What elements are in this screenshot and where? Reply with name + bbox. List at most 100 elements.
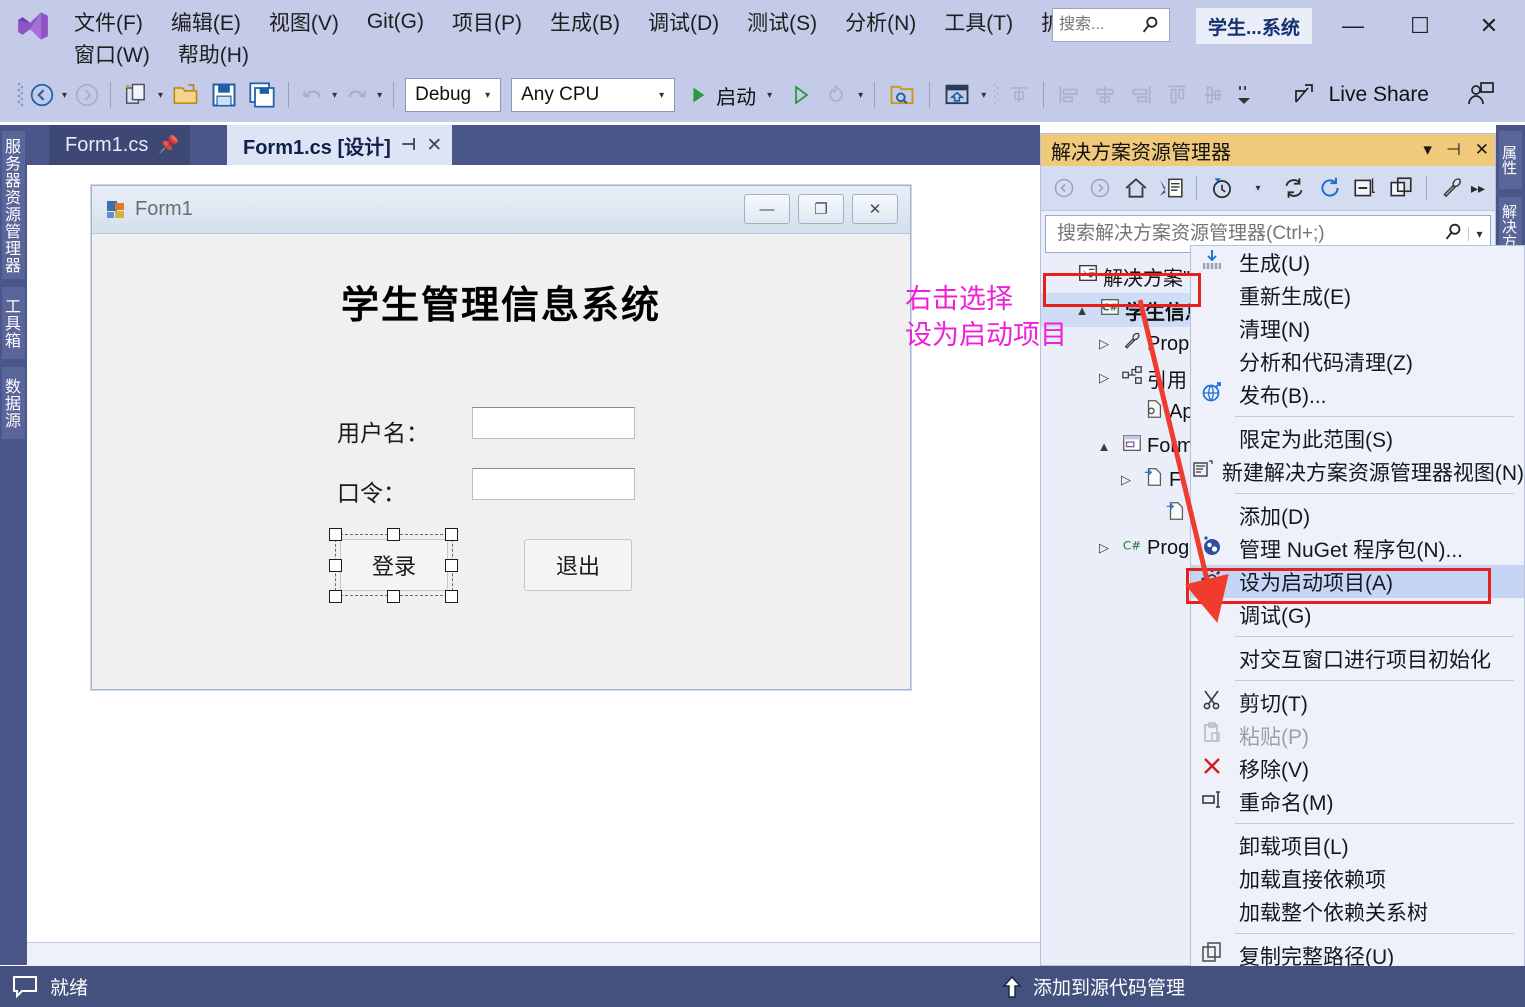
live-share-button[interactable]: Live Share	[1292, 82, 1429, 108]
align-lefts-button[interactable]	[1051, 76, 1087, 114]
username-label[interactable]: 用户名：	[337, 414, 429, 448]
menu-item-4[interactable]: 项目(P)	[438, 2, 536, 42]
context-menu-item-9[interactable]: 添加(D)	[1191, 499, 1524, 532]
new-project-button[interactable]	[118, 76, 154, 114]
design-canvas[interactable]: Form1 — ❐ ✕ 学生管理信息系统 用户名： 口令： 登录 退出	[47, 165, 1047, 965]
exit-button[interactable]: 退出	[524, 539, 632, 591]
form-heading-label[interactable]: 学生管理信息系统	[92, 274, 910, 329]
expander-icon[interactable]: ▷	[1091, 336, 1117, 352]
window-minimize-button[interactable]: —	[1330, 4, 1376, 48]
align-to-grid-button[interactable]	[1002, 76, 1036, 114]
winform-maximize-button[interactable]: ❐	[798, 194, 844, 224]
expander-icon[interactable]: ▲	[1091, 439, 1117, 454]
start-debug-button[interactable]: 启动 ▾	[687, 81, 776, 110]
pin-icon[interactable]: 📌	[158, 135, 179, 155]
menu-item-9[interactable]: 工具(T)	[930, 2, 1027, 42]
resize-handle-e[interactable]	[445, 559, 458, 572]
sidebar-tab-server-explorer[interactable]: 服务器资源管理器	[2, 131, 25, 279]
notification-icon[interactable]	[12, 975, 38, 999]
start-dropdown-icon[interactable]: ▾	[763, 90, 776, 101]
toolbar-grip[interactable]	[14, 76, 26, 114]
redo-dropdown[interactable]: ▾	[373, 76, 386, 114]
sol-back-button[interactable]	[1047, 171, 1081, 205]
status-right[interactable]: 添加到源代码管理	[1001, 973, 1525, 1000]
sidebar-tab-toolbox[interactable]: 工具箱	[2, 287, 25, 359]
resize-handle-s[interactable]	[387, 590, 400, 603]
context-menu-item-4[interactable]: 发布(B)...	[1191, 378, 1524, 411]
redo-button[interactable]	[341, 76, 373, 114]
toolbar-overflow-button[interactable]	[1231, 76, 1257, 114]
align-centers-button[interactable]	[1087, 76, 1123, 114]
undo-dropdown[interactable]: ▾	[328, 76, 341, 114]
menu-item-5[interactable]: 生成(B)	[536, 2, 634, 42]
context-menu-item-10[interactable]: 管理 NuGet 程序包(N)...	[1191, 532, 1524, 565]
context-menu-item-19[interactable]: 重命名(M)	[1191, 785, 1524, 818]
context-menu-item-1[interactable]: 重新生成(E)	[1191, 279, 1524, 312]
search-input[interactable]	[1057, 15, 1139, 35]
context-menu-item-3[interactable]: 分析和代码清理(Z)	[1191, 345, 1524, 378]
winform-close-button[interactable]: ✕	[852, 194, 898, 224]
menu-item-8[interactable]: 分析(N)	[831, 2, 930, 42]
context-menu-item-16[interactable]: 剪切(T)	[1191, 686, 1524, 719]
menu-item-7[interactable]: 测试(S)	[733, 2, 831, 42]
hot-reload-button[interactable]	[818, 76, 854, 114]
navigate-back-button[interactable]	[26, 76, 58, 114]
window-close-button[interactable]: ✕	[1466, 4, 1512, 48]
sol-pending-changes-button[interactable]	[1205, 171, 1239, 205]
context-menu-item-22[interactable]: 加载直接依赖项	[1191, 862, 1524, 895]
toolbar-grip-2[interactable]	[990, 76, 1002, 114]
tab-form1-designer[interactable]: Form1.cs [设计] ⊣ ✕	[227, 125, 453, 165]
navigate-back-dropdown[interactable]: ▾	[58, 76, 71, 114]
hot-reload-dropdown[interactable]: ▾	[854, 76, 867, 114]
solution-name-chip[interactable]: 学生...系统	[1196, 8, 1312, 44]
sol-home-button[interactable]	[1119, 171, 1153, 205]
sol-refresh-button[interactable]	[1313, 171, 1347, 205]
expander-icon[interactable]: ▷	[1113, 472, 1139, 488]
align-tops-button[interactable]	[1159, 76, 1195, 114]
context-menu-item-6[interactable]: 限定为此范围(S)	[1191, 422, 1524, 455]
window-maximize-button[interactable]: ☐	[1397, 4, 1443, 48]
context-menu-item-14[interactable]: 对交互窗口进行项目初始化	[1191, 642, 1524, 675]
sidebar-tab-properties[interactable]: 属性	[1499, 131, 1522, 189]
preview-window-button[interactable]	[937, 76, 977, 114]
resize-handle-w[interactable]	[329, 559, 342, 572]
save-button[interactable]	[205, 76, 243, 114]
navigate-forward-button[interactable]	[71, 76, 103, 114]
context-menu-item-18[interactable]: 移除(V)	[1191, 752, 1524, 785]
search-options-dropdown[interactable]: ▾	[1468, 227, 1490, 241]
menu-item-3[interactable]: Git(G)	[353, 5, 438, 39]
winform-body[interactable]: 学生管理信息系统 用户名： 口令： 登录 退出	[92, 234, 910, 689]
sol-filter-dropdown[interactable]: ▾	[1241, 171, 1275, 205]
resize-handle-nw[interactable]	[329, 528, 342, 541]
sol-sync-button[interactable]	[1277, 171, 1311, 205]
expander-icon[interactable]: ▷	[1091, 540, 1117, 556]
undo-button[interactable]	[296, 76, 328, 114]
align-middles-button[interactable]	[1195, 76, 1231, 114]
panel-pin-icon[interactable]: ⊣	[1446, 140, 1461, 160]
align-rights-button[interactable]	[1123, 76, 1159, 114]
resize-handle-n[interactable]	[387, 528, 400, 541]
menu-item-6[interactable]: 调试(D)	[634, 2, 733, 42]
sidebar-tab-data-sources[interactable]: 数据源	[2, 367, 25, 439]
resize-handle-ne[interactable]	[445, 528, 458, 541]
form-designer-surface[interactable]: Form1 — ❐ ✕ 学生管理信息系统 用户名： 口令： 登录 退出	[27, 165, 1047, 965]
solution-search-input[interactable]	[1055, 222, 1438, 246]
sol-properties-button[interactable]	[1435, 171, 1469, 205]
sol-forward-button[interactable]	[1083, 171, 1117, 205]
feedback-button[interactable]	[1453, 76, 1507, 114]
close-icon[interactable]: ✕	[426, 134, 442, 157]
context-menu-item-7[interactable]: 新建解决方案资源管理器视图(N)	[1191, 455, 1524, 488]
project-context-menu[interactable]: 生成(U) 重新生成(E) 清理(N) 分析和代码清理(Z) 发布(B)... 限定为此范…	[1190, 245, 1525, 1007]
password-label[interactable]: 口令：	[337, 474, 406, 508]
tab-form1-cs[interactable]: Form1.cs 📌	[49, 125, 190, 165]
context-menu-item-12[interactable]: 调试(G)	[1191, 598, 1524, 631]
resize-handle-se[interactable]	[445, 590, 458, 603]
solution-configuration-select[interactable]: Debug ▾	[405, 78, 502, 112]
winform-minimize-button[interactable]: —	[744, 194, 790, 224]
preview-dropdown[interactable]: ▾	[977, 76, 990, 114]
context-menu-item-2[interactable]: 清理(N)	[1191, 312, 1524, 345]
new-project-dropdown[interactable]: ▾	[154, 76, 167, 114]
context-menu-item-23[interactable]: 加载整个依赖关系树	[1191, 895, 1524, 928]
context-menu-item-11[interactable]: 设为启动项目(A)	[1191, 565, 1524, 598]
login-button[interactable]: 登录	[340, 539, 448, 591]
